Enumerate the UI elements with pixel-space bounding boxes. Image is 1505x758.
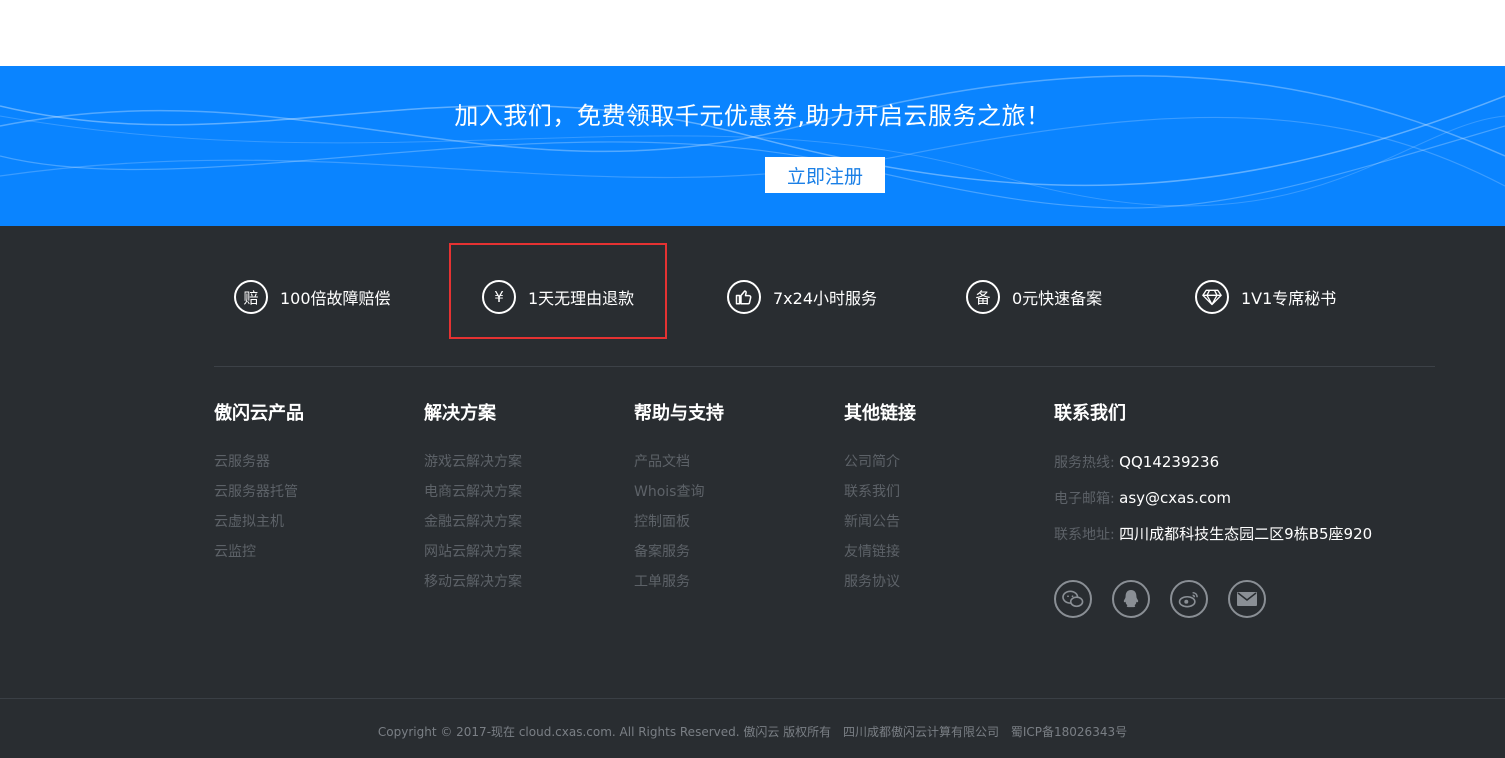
feature-compensation: 赔 100倍故障赔偿 xyxy=(234,278,391,316)
column-title: 解决方案 xyxy=(424,403,496,424)
footer-link[interactable]: 工单服务 xyxy=(634,572,724,602)
feature-record: 备 0元快速备案 xyxy=(966,278,1102,316)
footer-link[interactable]: 金融云解决方案 xyxy=(424,512,522,542)
column-title: 其他链接 xyxy=(844,403,916,424)
banner-title: 加入我们，免费领取千元优惠券,助力开启云服务之旅！ xyxy=(454,102,1051,130)
email-row: 电子邮箱: asy@cxas.com xyxy=(1054,488,1372,524)
compensation-icon: 赔 xyxy=(234,280,268,314)
wechat-icon[interactable] xyxy=(1054,580,1092,618)
record-icon: 备 xyxy=(966,280,1000,314)
weibo-icon[interactable] xyxy=(1170,580,1208,618)
footer-link[interactable]: 联系我们 xyxy=(844,482,916,512)
hotline-value: QQ14239236 xyxy=(1119,453,1220,471)
bottom-divider xyxy=(0,698,1505,699)
footer-link[interactable]: Whois查询 xyxy=(634,482,724,512)
company-name: 四川成都傲闪云计算有限公司 xyxy=(843,725,1000,739)
feature-secretary: 1V1专席秘书 xyxy=(1195,278,1336,316)
support-column: 帮助与支持 产品文档 Whois查询 控制面板 备案服务 工单服务 xyxy=(634,402,724,602)
footer-link[interactable]: 服务协议 xyxy=(844,572,916,602)
feature-label: 0元快速备案 xyxy=(1012,289,1103,308)
hotline-label: 服务热线: xyxy=(1054,455,1115,471)
footer-link[interactable]: 产品文档 xyxy=(634,452,724,482)
footer-link[interactable]: 云监控 xyxy=(214,542,304,572)
column-title: 联系我们 xyxy=(1054,403,1126,424)
copyright: Copyright © 2017-现在 cloud.cxas.com. All … xyxy=(0,723,1505,740)
social-links xyxy=(1054,580,1266,618)
footer-link[interactable]: 电商云解决方案 xyxy=(424,482,522,512)
register-button[interactable]: 立即注册 xyxy=(765,157,885,193)
diamond-icon xyxy=(1195,280,1229,314)
footer-link[interactable]: 游戏云解决方案 xyxy=(424,452,522,482)
feature-strip: 赔 100倍故障赔偿 ¥ 1天无理由退款 7x24小时服务 备 0元快速备案 1… xyxy=(0,226,1505,366)
footer-link[interactable]: 备案服务 xyxy=(634,542,724,572)
qq-icon[interactable] xyxy=(1112,580,1150,618)
footer-link[interactable]: 友情链接 xyxy=(844,542,916,572)
divider xyxy=(214,366,1435,367)
footer-link[interactable]: 新闻公告 xyxy=(844,512,916,542)
footer-link[interactable]: 云服务器 xyxy=(214,452,304,482)
footer-link[interactable]: 云服务器托管 xyxy=(214,482,304,512)
thumbs-up-icon xyxy=(727,280,761,314)
feature-label: 100倍故障赔偿 xyxy=(280,289,391,308)
footer-link[interactable]: 网站云解决方案 xyxy=(424,542,522,572)
promo-banner: 加入我们，免费领取千元优惠券,助力开启云服务之旅！ 立即注册 xyxy=(0,66,1505,226)
hotline-row: 服务热线: QQ14239236 xyxy=(1054,452,1372,488)
address-label: 联系地址: xyxy=(1054,527,1115,543)
other-links-column: 其他链接 公司简介 联系我们 新闻公告 友情链接 服务协议 xyxy=(844,402,916,602)
highlight-box xyxy=(449,243,667,339)
products-column: 傲闪云产品 云服务器 云服务器托管 云虚拟主机 云监控 xyxy=(214,402,304,572)
mail-icon[interactable] xyxy=(1228,580,1266,618)
email-value[interactable]: asy@cxas.com xyxy=(1119,489,1231,507)
address-row: 联系地址: 四川成都科技生态园二区9栋B5座920 xyxy=(1054,524,1372,560)
copyright-text: Copyright © 2017-现在 cloud.cxas.com. All … xyxy=(377,725,832,739)
feature-label: 1V1专席秘书 xyxy=(1241,289,1337,308)
footer-link[interactable]: 控制面板 xyxy=(634,512,724,542)
wave-decoration xyxy=(0,75,1505,209)
column-title: 傲闪云产品 xyxy=(214,403,304,424)
feature-service: 7x24小时服务 xyxy=(727,278,877,316)
solutions-column: 解决方案 游戏云解决方案 电商云解决方案 金融云解决方案 网站云解决方案 移动云… xyxy=(424,402,522,602)
email-label: 电子邮箱: xyxy=(1054,491,1115,507)
icp-number[interactable]: 蜀ICP备18026343号 xyxy=(1011,725,1127,739)
footer-link[interactable]: 移动云解决方案 xyxy=(424,572,522,602)
footer: 赔 100倍故障赔偿 ¥ 1天无理由退款 7x24小时服务 备 0元快速备案 1… xyxy=(0,226,1505,758)
column-title: 帮助与支持 xyxy=(634,403,724,424)
footer-link[interactable]: 云虚拟主机 xyxy=(214,512,304,542)
footer-link[interactable]: 公司简介 xyxy=(844,452,916,482)
top-blank-area xyxy=(0,0,1505,66)
address-value: 四川成都科技生态园二区9栋B5座920 xyxy=(1119,525,1373,543)
feature-label: 7x24小时服务 xyxy=(773,289,878,308)
contact-column: 联系我们 服务热线: QQ14239236 电子邮箱: asy@cxas.com… xyxy=(1054,402,1372,560)
